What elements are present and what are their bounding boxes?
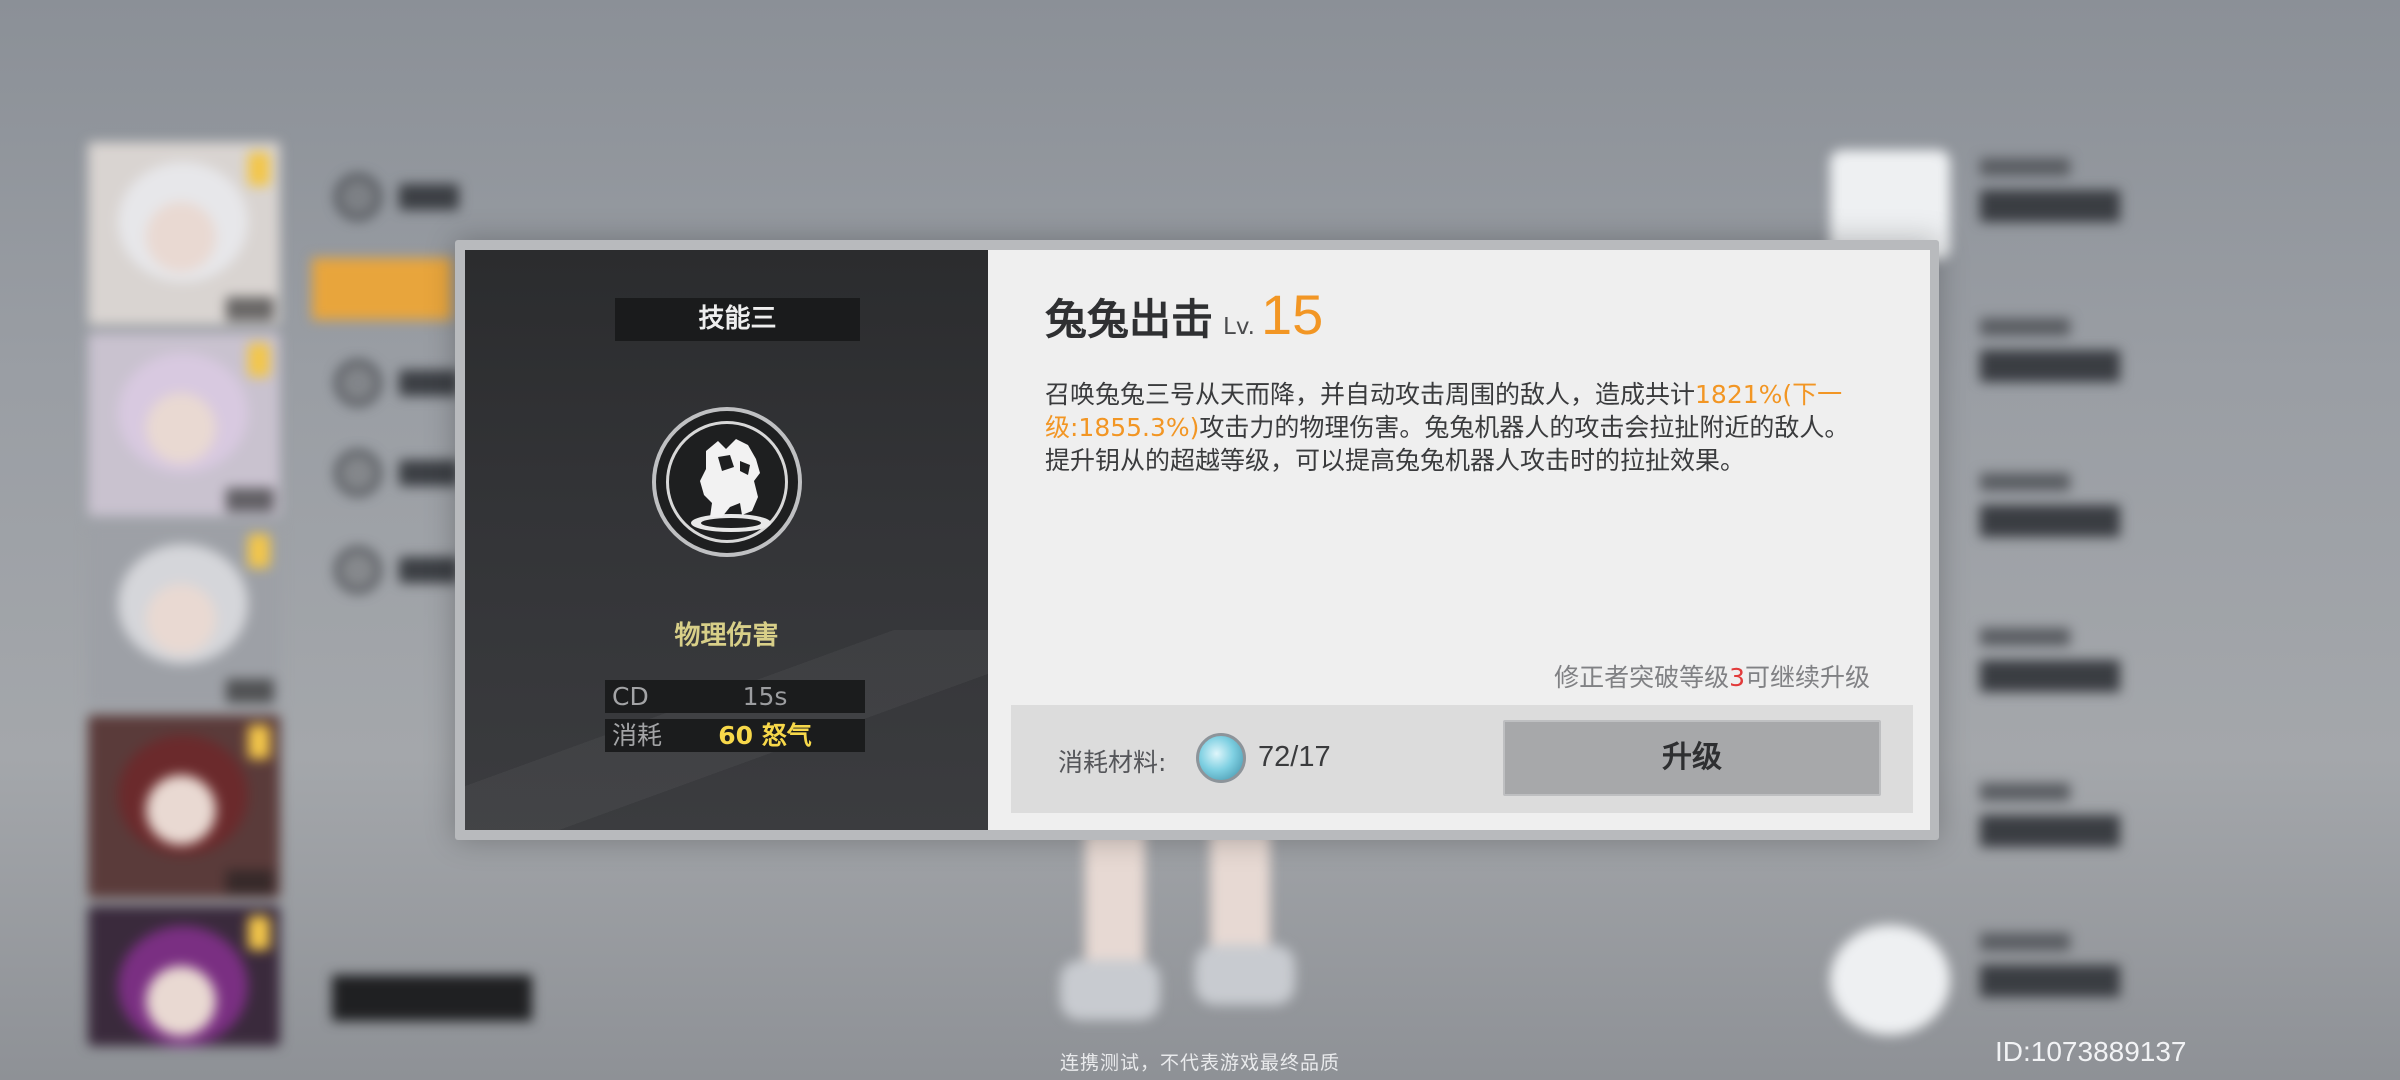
upgrade-button[interactable]: 升级 — [1503, 720, 1881, 796]
upgrade-note-level: 3 — [1729, 663, 1745, 692]
menu-item-4[interactable] — [335, 448, 459, 498]
description-part2: 攻击力的物理伤害。兔兔机器人的攻击会拉扯附近的敌人。 — [1199, 413, 1850, 442]
skill-detail-dialog: 技能三 物理伤害 CD 15s 消耗 60 怒气 兔兔出击 Lv. 15 召唤兔… — [455, 240, 1939, 840]
filter-all-button[interactable] — [332, 975, 532, 1021]
stat-cd-value: 15s — [742, 682, 788, 711]
description-part1: 召唤兔兔三号从天而降，并自动攻击周围的敌人，造成共计 — [1045, 380, 1696, 409]
level-label: Lv. — [1223, 314, 1255, 340]
level-value: 15 — [1260, 283, 1324, 346]
stat-cost-value: 60 怒气 — [718, 721, 812, 750]
menu-item-3[interactable] — [335, 358, 459, 408]
upgrade-requirement-note: 修正者突破等级3可继续升级 — [1554, 658, 1870, 694]
character-portrait-3[interactable] — [88, 524, 280, 707]
damage-type-label: 物理伤害 — [674, 621, 779, 651]
character-portrait-1[interactable] — [88, 142, 280, 325]
skill-name: 兔兔出击 — [1045, 295, 1214, 344]
character-portrait-2[interactable] — [88, 333, 280, 516]
user-id: ID:1073889137 — [1995, 1036, 2187, 1067]
stat-cd: CD 15s — [605, 680, 865, 713]
menu-item-attributes[interactable] — [335, 172, 459, 222]
skill-title: 兔兔出击 Lv. 15 — [1045, 282, 1323, 347]
skill-summary-panel: 技能三 物理伤害 CD 15s 消耗 60 怒气 — [465, 250, 988, 830]
crystal-icon — [1196, 733, 1246, 783]
skill-list-item-6[interactable] — [1830, 915, 2310, 1045]
menu-item-5[interactable] — [335, 545, 459, 595]
stat-cost: 消耗 60 怒气 — [605, 719, 865, 752]
skill-description: 召唤兔兔三号从天而降，并自动攻击周围的敌人，造成共计1821%(下一级:1855… — [1045, 378, 1885, 477]
cost-label: 消耗材料: — [1058, 748, 1167, 777]
character-portrait-5[interactable] — [88, 906, 280, 1046]
cost-bar: 消耗材料: 72/17 升级 — [1011, 705, 1913, 813]
menu-item-skills-selected[interactable] — [312, 258, 452, 320]
skill-slot-label: 技能三 — [615, 298, 860, 341]
cost-value: 72/17 — [1258, 741, 1331, 773]
upgrade-note-suffix: 可继续升级 — [1744, 663, 1870, 692]
robot-rabbit-icon — [652, 407, 802, 557]
upgrade-note-prefix: 修正者突破等级 — [1554, 663, 1730, 692]
skill-detail-panel: 兔兔出击 Lv. 15 召唤兔兔三号从天而降，并自动攻击周围的敌人，造成共计18… — [988, 250, 1930, 830]
description-line2: 提升钥从的超越等级，可以提高兔兔机器人攻击时的拉扯效果。 — [1045, 446, 1746, 475]
character-portrait-4[interactable] — [88, 715, 280, 898]
